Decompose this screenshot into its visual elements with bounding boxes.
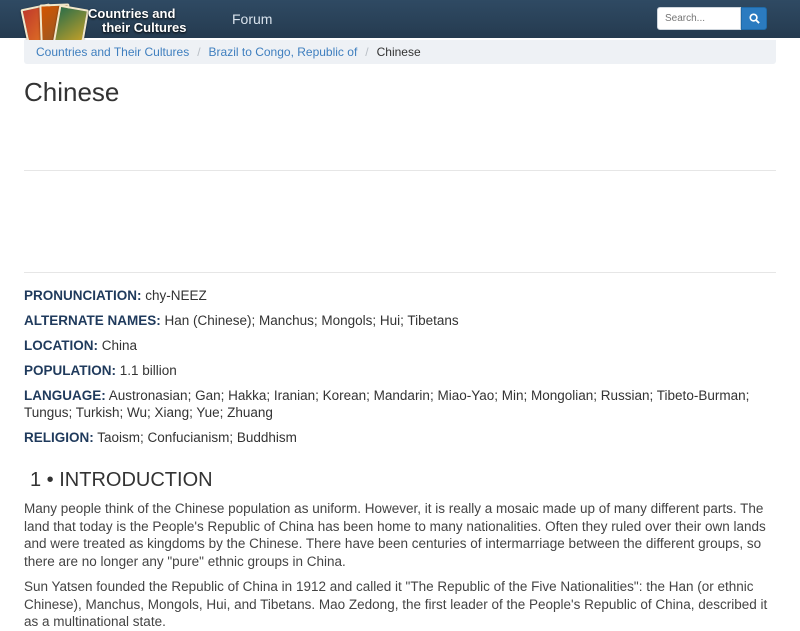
page-title: Chinese (24, 77, 120, 107)
site-logo[interactable]: Countries and their Cultures (20, 3, 222, 48)
divider (24, 272, 776, 273)
breadcrumb-current: Chinese (376, 45, 421, 59)
nav-forum-link[interactable]: Forum (232, 11, 272, 27)
search-form (657, 7, 767, 30)
search-icon (748, 13, 760, 24)
breadcrumb: Countries and Their Cultures / Brazil to… (24, 40, 776, 64)
fact-religion: RELIGION: Taoism; Confucianism; Buddhism (24, 430, 297, 445)
logo-cards-icon (20, 3, 90, 48)
breadcrumb-countries-link[interactable]: Countries and Their Cultures (36, 45, 189, 59)
breadcrumb-brazil-congo-link[interactable]: Brazil to Congo, Republic of (209, 45, 358, 59)
paragraph: Sun Yatsen founded the Republic of China… (24, 579, 768, 629)
breadcrumb-separator: / (197, 45, 201, 59)
breadcrumb-separator: / (365, 45, 369, 59)
fact-population: POPULATION: 1.1 billion (24, 363, 177, 378)
divider (24, 170, 776, 171)
section-number: 1 • (30, 469, 54, 491)
top-navbar: Countries and their Cultures Forum (0, 0, 800, 48)
fact-location: LOCATION: China (24, 338, 138, 353)
paragraph: Many people think of the Chinese populat… (24, 501, 766, 569)
logo-text-line1: Countries and (88, 6, 176, 21)
fact-language: LANGUAGE: Austronasian; Gan; Hakka; Iran… (24, 388, 750, 420)
fact-alternate-names: ALTERNATE NAMES: Han (Chinese); Manchus;… (24, 313, 459, 328)
search-input[interactable] (657, 7, 741, 30)
search-button[interactable] (741, 7, 767, 30)
fact-pronunciation: PRONUNCIATION: chy-NEEZ (24, 288, 207, 303)
section-heading: 1 • INTRODUCTION (24, 469, 213, 492)
section-title: INTRODUCTION (59, 469, 213, 491)
logo-text-line2: their Cultures (102, 20, 187, 35)
fact-list: PRONUNCIATION: chy-NEEZ ALTERNATE NAMES:… (24, 287, 776, 454)
